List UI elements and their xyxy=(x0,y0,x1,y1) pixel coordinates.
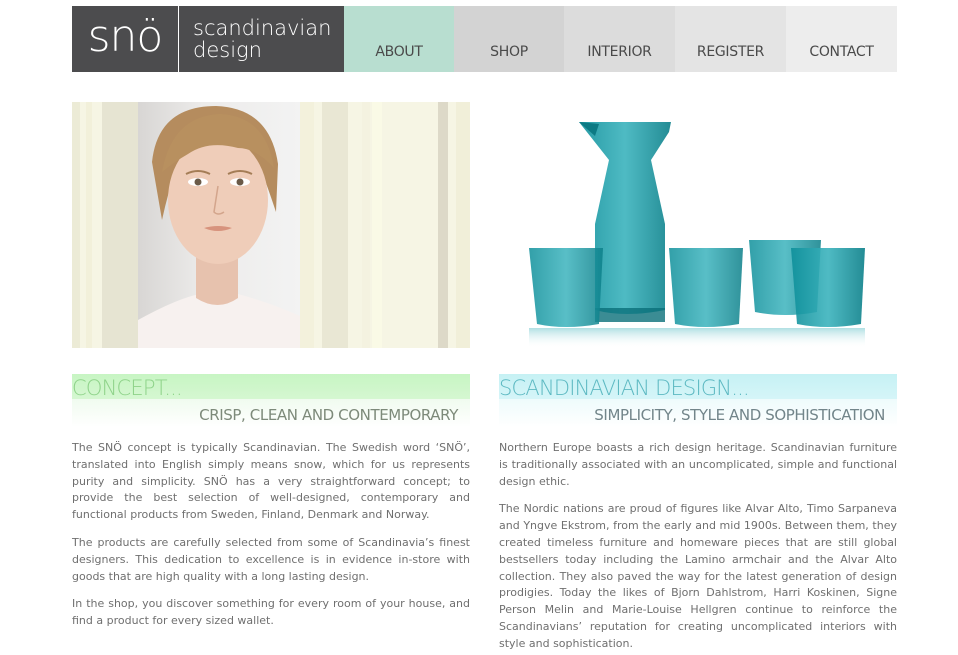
logo-tagline-line2: design xyxy=(193,38,262,62)
scandinavian-design-title: SCANDINAVIAN DESIGN... xyxy=(499,374,897,400)
scandinavian-design-subtitle: SIMPLICITY, STYLE AND SOPHISTICATION xyxy=(499,399,897,427)
concept-title: CONCEPT... xyxy=(72,374,470,400)
main-nav: ABOUT SHOP INTERIOR REGISTER CONTACT xyxy=(344,6,897,72)
portrait-photo xyxy=(72,102,470,348)
scandinavian-design-section: SCANDINAVIAN DESIGN... SIMPLICITY, STYLE… xyxy=(499,374,897,655)
logo-mark: snö xyxy=(72,6,179,72)
portrait-figure xyxy=(138,102,300,348)
nav-item-shop[interactable]: SHOP xyxy=(454,6,564,72)
nav-item-register[interactable]: REGISTER xyxy=(675,6,786,72)
design-paragraph-1: Northern Europe boasts a rich design her… xyxy=(499,441,897,488)
concept-paragraph-1: The SNÖ concept is typically Scandinavia… xyxy=(72,441,470,522)
site-header: snö scandinavian design ABOUT SHOP INTER… xyxy=(72,6,897,72)
concept-subtitle: CRISP, CLEAN AND CONTEMPORARY xyxy=(72,399,470,427)
glassware-photo xyxy=(499,102,897,348)
nav-item-interior[interactable]: INTERIOR xyxy=(564,6,675,72)
logo[interactable]: snö scandinavian design xyxy=(72,6,344,72)
design-paragraph-2: The Nordic nations are proud of figures … xyxy=(499,502,897,650)
concept-section: CONCEPT... CRISP, CLEAN AND CONTEMPORARY… xyxy=(72,374,470,641)
concept-body: The SNÖ concept is typically Scandinavia… xyxy=(72,440,470,630)
nav-item-about[interactable]: ABOUT xyxy=(344,6,454,72)
logo-tagline: scandinavian design xyxy=(179,17,331,61)
concept-paragraph-2: The products are carefully selected from… xyxy=(72,535,470,583)
glassware-icon xyxy=(529,122,865,348)
nav-item-contact[interactable]: CONTACT xyxy=(786,6,897,72)
concept-paragraph-3: In the shop, you discover something for … xyxy=(72,597,470,628)
logo-tagline-line1: scandinavian xyxy=(193,16,332,40)
woman-portrait-icon xyxy=(138,106,300,348)
scandinavian-design-body: Northern Europe boasts a rich design her… xyxy=(499,440,897,653)
